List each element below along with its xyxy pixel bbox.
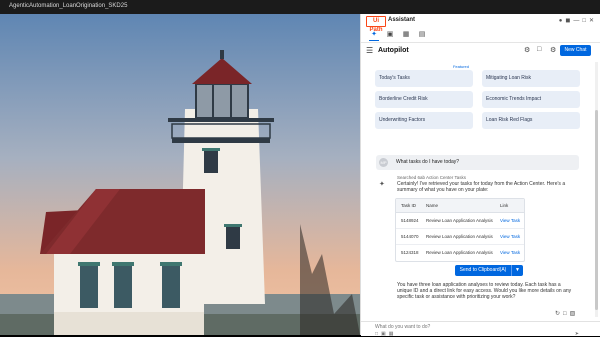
video-title-bar: AgenticAutomation_LoanOrigination_SKD25	[0, 0, 600, 14]
input-tools: □▣▦	[375, 331, 397, 337]
task-id: 5148924	[401, 218, 419, 223]
view-task-link[interactable]: View Task	[500, 213, 520, 228]
settings-icon[interactable]: ⚙	[550, 46, 556, 54]
suggestion-card[interactable]: Borderline Credit Risk	[375, 91, 473, 108]
chat-input-bar: □▣▦ ➤	[361, 321, 600, 337]
suggestion-card[interactable]: Underwriting Factors	[375, 112, 473, 129]
suggestion-card[interactable]: Mitigating Loan Risk	[482, 70, 580, 87]
chat-icon[interactable]: □	[537, 46, 541, 53]
window-controls[interactable]: ●◼—□✕	[559, 17, 597, 24]
assistant-reply-outro: You have three loan application analyses…	[397, 282, 572, 300]
user-message: MP What tasks do I have today?	[376, 155, 579, 170]
video-title: AgenticAutomation_LoanOrigination_SKD25	[9, 3, 128, 9]
image-icon[interactable]: ▣	[381, 331, 389, 337]
chat-input[interactable]	[375, 323, 525, 331]
scrollbar-thumb[interactable]	[595, 110, 598, 310]
suggestion-label: Economic Trends Impact	[486, 96, 542, 102]
featured-badge: Featured	[452, 64, 469, 69]
column-header: Link	[500, 203, 509, 208]
avatar: MP	[379, 158, 388, 167]
uipath-logo: Ui Path	[366, 16, 386, 33]
new-chat-button[interactable]: New Chat	[560, 45, 591, 56]
panel-tab-strip: ✦ ▣ ▦ ▤	[361, 28, 600, 43]
column-header: Name	[426, 203, 439, 208]
send-button-label: Send to Clipboard(A)	[459, 267, 507, 273]
suggestion-label: Loan Risk Red Flags	[486, 117, 533, 123]
user-message-text: What tasks do I have today?	[396, 159, 460, 165]
column-header: Task ID	[401, 203, 417, 208]
view-task-link[interactable]: View Task	[500, 245, 520, 260]
assistant-reply-intro: Certainly! I've retrieved your tasks for…	[397, 181, 566, 193]
table-row: 5124318 Review Loan Application Analysis…	[396, 245, 524, 260]
suggestion-card[interactable]: Loan Risk Red Flags	[482, 112, 580, 129]
menu-icon[interactable]: ☰	[366, 46, 373, 55]
send-icon[interactable]: ➤	[575, 331, 579, 337]
task-name: Review Loan Application Analysis	[426, 218, 493, 223]
send-to-clipboard-button[interactable]: Send to Clipboard(A) ▼	[455, 265, 523, 276]
lighthouse-image	[0, 14, 360, 335]
scrollbar[interactable]	[595, 62, 598, 317]
refresh-icon[interactable]: ↻	[555, 311, 563, 317]
video-frame[interactable]	[0, 14, 360, 335]
suggestion-label: Today's Tasks	[379, 75, 410, 81]
task-id: 5124318	[401, 250, 419, 255]
apps-tab-icon[interactable]: ▤	[417, 30, 427, 40]
tools-icon[interactable]: ⚙	[524, 46, 530, 54]
calendar-tab-icon[interactable]: ▦	[401, 30, 411, 40]
app-name: Assistant	[388, 17, 416, 23]
autopilot-toolbar: ☰ Autopilot ⚙ □ ⚙ New Chat	[361, 42, 600, 60]
chevron-down-icon[interactable]: ▼	[511, 265, 523, 276]
task-id: 5144070	[401, 234, 419, 239]
autopilot-sparkle-icon: ✦	[379, 181, 385, 188]
task-name: Review Loan Application Analysis	[426, 250, 493, 255]
message-actions: ↻□▧	[555, 310, 578, 317]
calendar-icon[interactable]: ▦	[389, 331, 397, 337]
suggestion-card[interactable]: Today's Tasks Featured	[375, 64, 473, 87]
suggestion-label: Underwriting Factors	[379, 117, 426, 123]
feedback-icon[interactable]: □	[563, 311, 570, 317]
table-row: 5148924 Review Loan Application Analysis…	[396, 213, 524, 229]
suggestion-label: Borderline Credit Risk	[379, 96, 428, 102]
assistant-panel: Ui Path Assistant ●◼—□✕ ✦ ▣ ▦ ▤ ☰ Autopi…	[360, 14, 600, 337]
inbox-tab-icon[interactable]: ▣	[385, 30, 395, 40]
view-task-link[interactable]: View Task	[500, 229, 520, 244]
task-name: Review Loan Application Analysis	[426, 234, 493, 239]
suggestion-card[interactable]: Economic Trends Impact	[482, 91, 580, 108]
table-row: 5144070 Review Loan Application Analysis…	[396, 229, 524, 245]
task-table: Task ID Name Link 5148924 Review Loan Ap…	[395, 198, 525, 262]
autopilot-tab-icon[interactable]: ✦	[369, 30, 379, 41]
page-title: Autopilot	[378, 47, 409, 54]
suggestion-label: Mitigating Loan Risk	[486, 75, 532, 81]
panel-header: Ui Path Assistant ●◼—□✕	[361, 14, 600, 33]
table-header: Task ID Name Link	[396, 199, 524, 213]
search-status[interactable]: Searched 6ab Action Center Tasks	[397, 175, 466, 180]
copy-icon[interactable]: ▧	[570, 311, 579, 317]
